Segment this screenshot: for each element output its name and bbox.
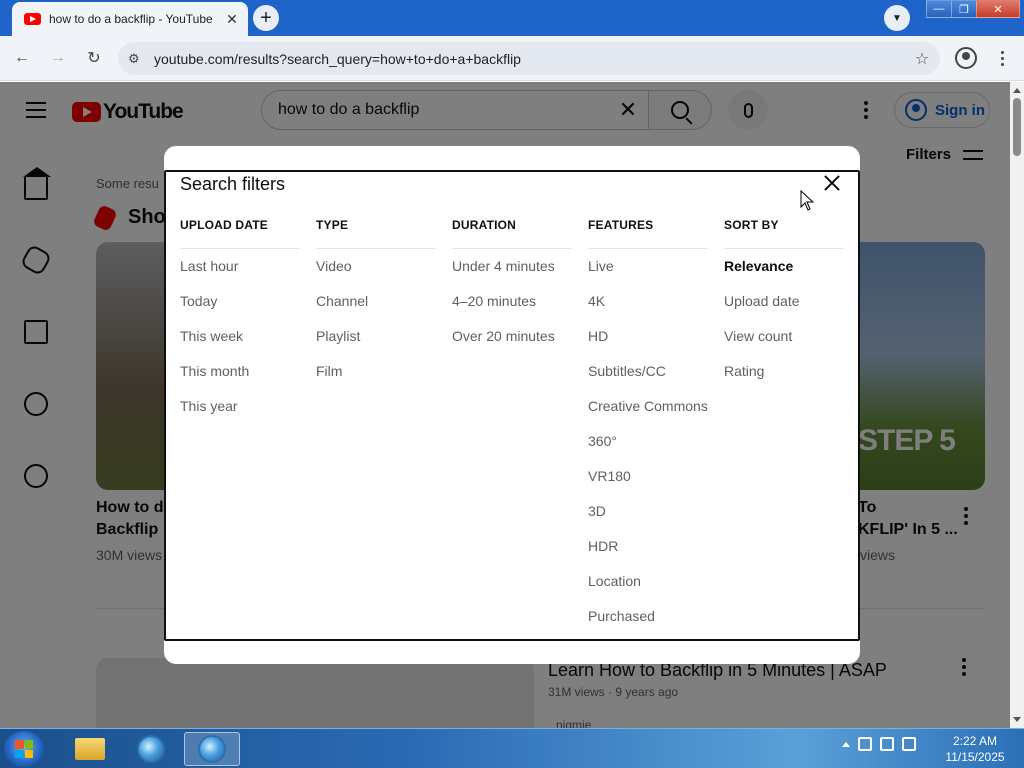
filter-column-upload-date: UPLOAD DATE Last hour Today This week Th… xyxy=(180,218,300,424)
filter-option[interactable]: 360° xyxy=(588,424,708,459)
mouse-cursor-icon xyxy=(800,190,815,211)
filter-option[interactable]: This month xyxy=(180,354,300,389)
filter-column-sort-by: SORT BY Relevance Upload date View count… xyxy=(724,218,844,389)
filter-column-features: FEATURES Live 4K HD Subtitles/CC Creativ… xyxy=(588,218,708,634)
filter-option[interactable]: HD xyxy=(588,319,708,354)
scroll-down-icon[interactable] xyxy=(1013,717,1021,722)
filter-option[interactable]: This year xyxy=(180,389,300,424)
taskbar-browser[interactable] xyxy=(123,732,179,766)
filter-option[interactable]: Channel xyxy=(316,284,436,319)
dialog-title: Search filters xyxy=(180,174,286,194)
bookmark-star-icon[interactable]: ☆ xyxy=(904,49,940,69)
youtube-favicon-icon xyxy=(24,13,41,25)
filter-option[interactable]: Today xyxy=(180,284,300,319)
column-header: DURATION xyxy=(452,218,572,249)
scrollbar-thumb[interactable] xyxy=(1013,98,1021,156)
filter-option[interactable]: Under 4 minutes xyxy=(452,249,572,284)
column-header: UPLOAD DATE xyxy=(180,218,300,249)
sort-option[interactable]: Upload date xyxy=(724,284,844,319)
window-controls: — ❐ ✕ xyxy=(926,0,1020,18)
action-center-icon[interactable] xyxy=(858,737,872,751)
chrome-icon xyxy=(198,735,226,763)
forward-icon[interactable]: → xyxy=(46,46,70,70)
start-button[interactable] xyxy=(4,731,44,767)
filter-option[interactable]: Playlist xyxy=(316,319,436,354)
new-tab-button[interactable]: + xyxy=(253,5,279,31)
column-header: FEATURES xyxy=(588,218,708,249)
clock-time: 2:22 AM xyxy=(952,734,998,748)
tab-title: how to do a backflip - YouTube xyxy=(49,12,213,26)
browser-tab-youtube[interactable]: how to do a backflip - YouTube ✕ xyxy=(12,2,248,36)
minimize-button[interactable]: — xyxy=(926,0,952,18)
taskbar-explorer[interactable] xyxy=(62,732,118,766)
filter-option[interactable]: 4–20 minutes xyxy=(452,284,572,319)
filter-option[interactable]: Location xyxy=(588,564,708,599)
clock[interactable]: 2:22 AM 11/15/2025 xyxy=(940,733,1010,765)
filter-option[interactable]: Last hour xyxy=(180,249,300,284)
filter-option[interactable]: Live xyxy=(588,249,708,284)
column-header: TYPE xyxy=(316,218,436,249)
system-tray xyxy=(842,737,916,751)
browser-menu-icon[interactable] xyxy=(994,46,1010,70)
tab-close-icon[interactable]: ✕ xyxy=(224,11,240,28)
windows-logo-icon xyxy=(15,740,33,758)
page-scrollbar[interactable] xyxy=(1010,82,1024,728)
folder-icon xyxy=(75,738,105,760)
reload-icon[interactable]: ↻ xyxy=(82,46,106,70)
back-icon[interactable]: ← xyxy=(10,46,34,70)
filter-option[interactable]: Purchased xyxy=(588,599,708,634)
filter-column-type: TYPE Video Channel Playlist Film xyxy=(316,218,436,389)
filter-option[interactable]: VR180 xyxy=(588,459,708,494)
close-icon[interactable] xyxy=(820,172,844,196)
filter-option[interactable]: Film xyxy=(316,354,436,389)
filter-option[interactable]: Subtitles/CC xyxy=(588,354,708,389)
taskbar-chrome-active[interactable] xyxy=(184,732,240,766)
tab-search-button[interactable]: ▼ xyxy=(884,5,910,31)
browser-icon xyxy=(137,735,165,763)
browser-tab-bar: how to do a backflip - YouTube ✕ + ▼ — ❐… xyxy=(0,0,1024,36)
maximize-button[interactable]: ❐ xyxy=(951,0,977,18)
sort-option-selected[interactable]: Relevance xyxy=(724,249,844,284)
url-text[interactable]: youtube.com/results?search_query=how+to+… xyxy=(154,51,904,67)
scroll-up-icon[interactable] xyxy=(1013,88,1021,93)
column-header: SORT BY xyxy=(724,218,844,249)
network-icon[interactable] xyxy=(880,737,894,751)
filter-option[interactable]: Video xyxy=(316,249,436,284)
search-filters-dialog: Search filters UPLOAD DATE Last hour Tod… xyxy=(164,146,860,664)
filter-option[interactable]: Over 20 minutes xyxy=(452,319,572,354)
filter-option[interactable]: HDR xyxy=(588,529,708,564)
window-close-button[interactable]: ✕ xyxy=(976,0,1020,18)
filter-column-duration: DURATION Under 4 minutes 4–20 minutes Ov… xyxy=(452,218,572,354)
filter-option[interactable]: 3D xyxy=(588,494,708,529)
clock-date: 11/15/2025 xyxy=(945,750,1005,764)
address-bar[interactable]: ⚙ youtube.com/results?search_query=how+t… xyxy=(118,42,940,75)
volume-muted-icon[interactable] xyxy=(902,737,916,751)
show-hidden-icons[interactable] xyxy=(842,741,850,747)
filter-option[interactable]: 4K xyxy=(588,284,708,319)
browser-toolbar: ← → ↻ ⚙ youtube.com/results?search_query… xyxy=(0,36,1024,81)
profile-icon[interactable] xyxy=(955,47,977,69)
filter-option[interactable]: This week xyxy=(180,319,300,354)
site-info-icon[interactable]: ⚙ xyxy=(128,51,146,67)
filter-option[interactable]: Creative Commons xyxy=(588,389,708,424)
sort-option[interactable]: View count xyxy=(724,319,844,354)
taskbar: 2:22 AM 11/15/2025 xyxy=(0,728,1024,768)
sort-option[interactable]: Rating xyxy=(724,354,844,389)
